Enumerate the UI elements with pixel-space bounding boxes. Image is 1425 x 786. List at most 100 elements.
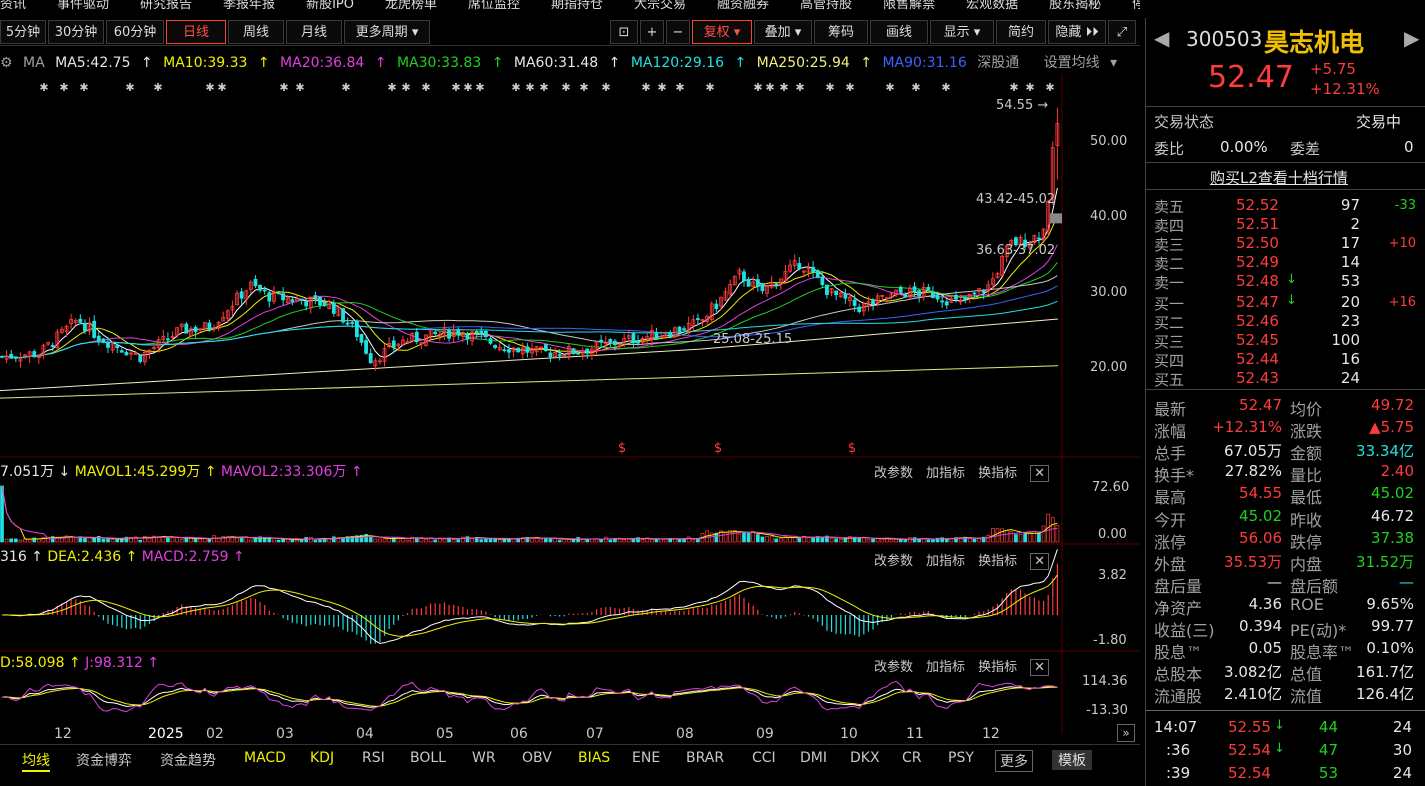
simple-button[interactable]: 简约 bbox=[996, 20, 1046, 44]
more-periods-dropdown[interactable]: 更多周期 ▾ bbox=[344, 20, 430, 44]
period-60min[interactable]: 60分钟 bbox=[106, 20, 164, 44]
top-menu-item[interactable]: 研究报告 bbox=[140, 0, 192, 11]
top-menu-item[interactable]: 股东揭秘 bbox=[1049, 0, 1101, 11]
zoom-in-icon[interactable]: + bbox=[640, 20, 664, 44]
indicator-tab[interactable]: CCI bbox=[752, 750, 776, 766]
book-price[interactable]: 52.48 bbox=[1236, 272, 1279, 290]
tick-count: 24 bbox=[1392, 718, 1412, 736]
top-menu-item[interactable]: 龙虎榜单 bbox=[385, 0, 437, 11]
swap-indicator-button[interactable]: 换指标 bbox=[978, 466, 1017, 481]
book-price[interactable]: 52.49 bbox=[1236, 253, 1279, 271]
period-daily[interactable]: 日线 bbox=[166, 20, 226, 44]
indicator-tab[interactable]: PSY bbox=[948, 750, 974, 766]
volume-bar bbox=[401, 538, 405, 543]
period-monthly[interactable]: 月线 bbox=[286, 20, 342, 44]
top-menu-item[interactable]: 季报年报 bbox=[223, 0, 275, 11]
close-icon[interactable]: ✕ bbox=[1030, 659, 1049, 676]
scroll-right-icon[interactable]: » bbox=[1117, 724, 1135, 742]
volume-bar bbox=[262, 537, 267, 543]
top-menu-item[interactable]: 宏观数据 bbox=[966, 0, 1018, 11]
indicator-tab[interactable]: 模板 bbox=[1052, 750, 1092, 770]
period-30min[interactable]: 30分钟 bbox=[48, 20, 104, 44]
candle-body bbox=[13, 356, 18, 359]
display-button[interactable]: 显示 ▾ bbox=[930, 20, 994, 44]
top-menu-item[interactable]: 大宗交易 bbox=[634, 0, 686, 11]
settings-gear-icon[interactable]: ⚙ bbox=[0, 55, 13, 71]
event-marker-icon: ✱ bbox=[401, 81, 410, 94]
indicator-tab[interactable]: BOLL bbox=[410, 750, 446, 766]
book-price[interactable]: 52.47 bbox=[1236, 293, 1279, 311]
date-tick: 10 bbox=[840, 726, 858, 742]
book-price[interactable]: 52.45 bbox=[1236, 331, 1279, 349]
date-tick: 11 bbox=[906, 726, 924, 742]
top-menu-item[interactable]: 融资融券 bbox=[717, 0, 769, 11]
fullscreen-icon[interactable]: ⤢ bbox=[1108, 20, 1136, 44]
down-arrow-icon: ↓ bbox=[1274, 741, 1285, 756]
hide-button[interactable]: 隐藏 ⏵⏵ bbox=[1048, 20, 1106, 44]
book-price[interactable]: 52.46 bbox=[1236, 312, 1279, 330]
ma60-value: MA60:31.48 ↑ bbox=[513, 55, 621, 71]
chips-button[interactable]: 筹码 bbox=[814, 20, 868, 44]
next-stock-icon[interactable]: ▶ bbox=[1404, 26, 1419, 50]
indicator-tab[interactable]: WR bbox=[472, 750, 496, 766]
indicator-tab[interactable]: OBV bbox=[522, 750, 552, 766]
indicator-tab[interactable]: BRAR bbox=[686, 750, 724, 766]
top-menu-item[interactable]: 高管持股 bbox=[800, 0, 852, 11]
indicator-tab[interactable]: MACD bbox=[244, 750, 286, 766]
top-menu-item[interactable]: 新股IPO bbox=[306, 0, 354, 11]
event-marker-icon: ✱ bbox=[845, 81, 854, 94]
indicator-tab[interactable]: 资金博弈 bbox=[76, 750, 132, 770]
overlay-button[interactable]: 叠加 ▾ bbox=[754, 20, 812, 44]
buy-l2-link[interactable]: 购买L2查看十档行情 bbox=[1210, 167, 1348, 188]
change-param-button[interactable]: 改参数 bbox=[874, 660, 913, 675]
candle-body bbox=[465, 333, 470, 340]
indicator-tab[interactable]: 资金趋势 bbox=[160, 750, 216, 770]
book-price[interactable]: 52.51 bbox=[1236, 215, 1279, 233]
close-icon[interactable]: ✕ bbox=[1030, 553, 1049, 570]
indicator-tab[interactable]: BIAS bbox=[578, 750, 610, 766]
restore-rights-button[interactable]: 复权 ▾ bbox=[692, 20, 752, 44]
top-menu-item[interactable]: 限售解禁 bbox=[883, 0, 935, 11]
top-menu-item[interactable]: 期指持仓 bbox=[551, 0, 603, 11]
stat-label: 跌停 bbox=[1290, 532, 1323, 552]
indicator-tab[interactable]: CR bbox=[902, 750, 922, 766]
period-weekly[interactable]: 周线 bbox=[228, 20, 284, 44]
indicator-tab[interactable]: ENE bbox=[632, 750, 660, 766]
add-indicator-button[interactable]: 加指标 bbox=[926, 660, 965, 675]
draw-line-button[interactable]: 画线 bbox=[870, 20, 928, 44]
candle-body bbox=[843, 293, 848, 299]
kline-chart[interactable]: ✱ ✱ ✱ ✱ ✱ ✱ ✱ ✱ ✱ ✱ ✱ ✱ ✱ ✱ ✱ ✱ ✱ ✱ ✱ ✱ ✱ ✱ ✱ ✱ ✱ ✱ ✱ ✱ ✱ ✱ ✱ ✱ ✱ ✱ ✱ ✱ ✱ ✱$ $… bbox=[0, 74, 1140, 739]
period-5min[interactable]: 5分钟 bbox=[0, 20, 46, 44]
top-menu-item[interactable]: 停牌复牌 bbox=[1132, 0, 1140, 11]
close-icon[interactable]: ✕ bbox=[1030, 465, 1049, 482]
book-price[interactable]: 52.44 bbox=[1236, 350, 1279, 368]
book-price[interactable]: 52.50 bbox=[1236, 234, 1279, 252]
indicator-tab[interactable]: 更多 bbox=[995, 750, 1033, 772]
book-price[interactable]: 52.52 bbox=[1236, 196, 1279, 214]
swap-indicator-button[interactable]: 换指标 bbox=[978, 554, 1017, 569]
book-price[interactable]: 52.43 bbox=[1236, 369, 1279, 387]
zoom-out-icon[interactable]: − bbox=[666, 20, 690, 44]
unlock-icon[interactable]: ⊡ bbox=[610, 20, 638, 44]
volume-bar bbox=[760, 536, 765, 543]
prev-stock-icon[interactable]: ◀ bbox=[1154, 26, 1169, 50]
top-menu-item[interactable]: 席位监控 bbox=[468, 0, 520, 11]
volume-bar bbox=[175, 537, 179, 543]
volume-bar bbox=[861, 537, 866, 543]
macd-tick: 3.82 bbox=[1098, 568, 1127, 583]
add-indicator-button[interactable]: 加指标 bbox=[926, 466, 965, 481]
indicator-tab[interactable]: KDJ bbox=[310, 750, 334, 766]
swap-indicator-button[interactable]: 换指标 bbox=[978, 660, 1017, 675]
top-menu-item[interactable]: 事件驱动 bbox=[57, 0, 109, 11]
change-param-button[interactable]: 改参数 bbox=[874, 554, 913, 569]
stat-label: 涨跌 bbox=[1290, 422, 1323, 442]
top-menu-item[interactable]: 资讯 bbox=[0, 0, 26, 11]
indicator-tab[interactable]: 均线 bbox=[22, 750, 50, 772]
indicator-tab[interactable]: DMI bbox=[800, 750, 827, 766]
ma-setting-button[interactable]: 设置均线 ▾ bbox=[1044, 55, 1117, 71]
indicator-tab[interactable]: RSI bbox=[362, 750, 385, 766]
change-param-button[interactable]: 改参数 bbox=[874, 466, 913, 481]
indicator-tab[interactable]: DKX bbox=[850, 750, 880, 766]
candle-body bbox=[507, 349, 511, 353]
add-indicator-button[interactable]: 加指标 bbox=[926, 554, 965, 569]
